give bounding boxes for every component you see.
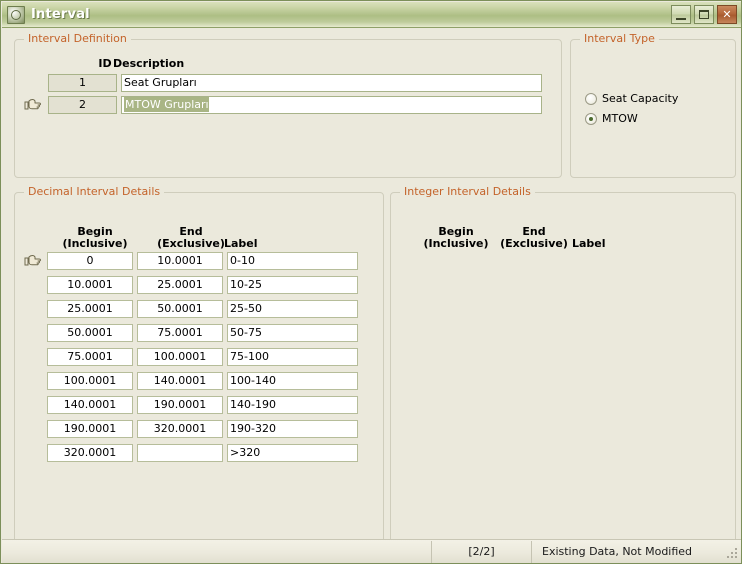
- cell-begin[interactable]: 75.0001: [47, 348, 133, 366]
- minimize-icon: [676, 18, 686, 20]
- row-selector[interactable]: [21, 444, 47, 462]
- statusbar: [2/2] Existing Data, Not Modified: [2, 539, 741, 563]
- interval-type-legend: Interval Type: [580, 32, 659, 45]
- close-icon: ✕: [722, 8, 732, 21]
- cell-end[interactable]: 75.0001: [137, 324, 223, 342]
- radio-seat-capacity[interactable]: Seat Capacity: [585, 92, 678, 105]
- cell-description-selected-text: MTOW Grupları: [124, 96, 209, 112]
- maximize-icon: [699, 10, 709, 19]
- table-row[interactable]: 140.0001 190.0001 140-190: [21, 395, 358, 415]
- column-header-end: End (Exclusive): [500, 225, 568, 250]
- maximize-button[interactable]: [694, 5, 714, 24]
- resize-grip-icon[interactable]: [727, 548, 739, 560]
- radio-mtow[interactable]: MTOW: [585, 112, 638, 125]
- table-row[interactable]: 190.0001 320.0001 190-320: [21, 419, 358, 439]
- window-controls: ✕: [671, 5, 739, 24]
- radio-checked-icon: [585, 112, 597, 125]
- cell-label[interactable]: 190-320: [227, 420, 358, 438]
- column-header-begin: Begin (Inclusive): [62, 225, 128, 250]
- cell-begin[interactable]: 140.0001: [47, 396, 133, 414]
- cell-begin[interactable]: 50.0001: [47, 324, 133, 342]
- window-content: Interval Definition ID Description 1 Sea…: [2, 28, 741, 563]
- column-header-begin: Begin (Inclusive): [423, 225, 489, 250]
- interval-definition-group: Interval Definition ID Description 1 Sea…: [14, 32, 562, 178]
- minimize-button[interactable]: [671, 5, 691, 24]
- table-row[interactable]: 0 10.0001 0-10: [21, 251, 358, 271]
- table-row[interactable]: 320.0001 >320: [21, 443, 358, 463]
- row-selector[interactable]: [21, 74, 47, 92]
- cell-description[interactable]: Seat Grupları: [121, 73, 542, 92]
- column-header-label: Label: [224, 237, 258, 250]
- decimal-interval-details-group: Decimal Interval Details Begin (Inclusiv…: [14, 185, 384, 548]
- cell-begin[interactable]: 190.0001: [47, 420, 133, 438]
- row-selector[interactable]: [21, 420, 47, 438]
- row-selector-pointer-icon[interactable]: [21, 252, 47, 270]
- row-selector[interactable]: [21, 300, 47, 318]
- row-selector[interactable]: [21, 276, 47, 294]
- cell-label[interactable]: 75-100: [227, 348, 358, 366]
- cell-label[interactable]: 0-10: [227, 252, 358, 270]
- cell-begin[interactable]: 100.0001: [47, 372, 133, 390]
- window-title: Interval: [31, 7, 90, 22]
- cell-end[interactable]: [137, 444, 223, 462]
- decimal-interval-details-legend: Decimal Interval Details: [24, 185, 165, 198]
- cell-label[interactable]: 25-50: [227, 300, 358, 318]
- cell-begin[interactable]: 10.0001: [47, 276, 133, 294]
- close-button[interactable]: ✕: [717, 5, 737, 24]
- cell-end[interactable]: 50.0001: [137, 300, 223, 318]
- cell-end[interactable]: 10.0001: [137, 252, 223, 270]
- statusbar-status-text: Existing Data, Not Modified: [542, 545, 693, 558]
- row-selector[interactable]: [21, 396, 47, 414]
- integer-interval-details-legend: Integer Interval Details: [400, 185, 535, 198]
- column-header-label: Label: [572, 237, 606, 250]
- cell-label[interactable]: 100-140: [227, 372, 358, 390]
- row-selector[interactable]: [21, 372, 47, 390]
- cell-end[interactable]: 140.0001: [137, 372, 223, 390]
- cell-end[interactable]: 100.0001: [137, 348, 223, 366]
- column-header-description: Description: [113, 57, 185, 70]
- interval-definition-legend: Interval Definition: [24, 32, 131, 45]
- cell-begin[interactable]: 0: [47, 252, 133, 270]
- radio-seat-capacity-label: Seat Capacity: [602, 92, 679, 105]
- cell-id[interactable]: 2: [48, 95, 117, 114]
- cell-id[interactable]: 1: [48, 73, 117, 92]
- table-row[interactable]: 75.0001 100.0001 75-100: [21, 347, 358, 367]
- integer-interval-details-group: Integer Interval Details Begin (Inclusiv…: [390, 185, 736, 548]
- interval-window: Interval ✕ Interval Definition ID Descri…: [0, 0, 742, 564]
- radio-unchecked-icon: [585, 92, 597, 105]
- cell-description[interactable]: MTOW Grupları: [121, 95, 542, 114]
- cell-begin[interactable]: 25.0001: [47, 300, 133, 318]
- row-selector[interactable]: [21, 348, 47, 366]
- cell-label[interactable]: 50-75: [227, 324, 358, 342]
- interval-type-group: Interval Type Seat Capacity MTOW: [570, 32, 736, 178]
- cell-begin[interactable]: 320.0001: [47, 444, 133, 462]
- cell-label[interactable]: 10-25: [227, 276, 358, 294]
- table-row[interactable]: 25.0001 50.0001 25-50: [21, 299, 358, 319]
- cell-end[interactable]: 190.0001: [137, 396, 223, 414]
- window-titlebar[interactable]: Interval ✕: [2, 2, 741, 28]
- statusbar-left-pane: [2, 540, 432, 563]
- app-globe-icon: [7, 5, 25, 24]
- statusbar-record-count: [2/2]: [432, 540, 532, 563]
- cell-end[interactable]: 25.0001: [137, 276, 223, 294]
- radio-mtow-label: MTOW: [602, 112, 638, 125]
- row-selector-pointer-icon[interactable]: [21, 96, 47, 114]
- cell-label[interactable]: 140-190: [227, 396, 358, 414]
- table-row[interactable]: 1 Seat Grupları: [21, 73, 542, 92]
- table-row[interactable]: 10.0001 25.0001 10-25: [21, 275, 358, 295]
- row-selector[interactable]: [21, 324, 47, 342]
- table-row[interactable]: 2 MTOW Grupları: [21, 95, 542, 114]
- table-row[interactable]: 100.0001 140.0001 100-140: [21, 371, 358, 391]
- table-row[interactable]: 50.0001 75.0001 50-75: [21, 323, 358, 343]
- cell-label[interactable]: >320: [227, 444, 358, 462]
- cell-end[interactable]: 320.0001: [137, 420, 223, 438]
